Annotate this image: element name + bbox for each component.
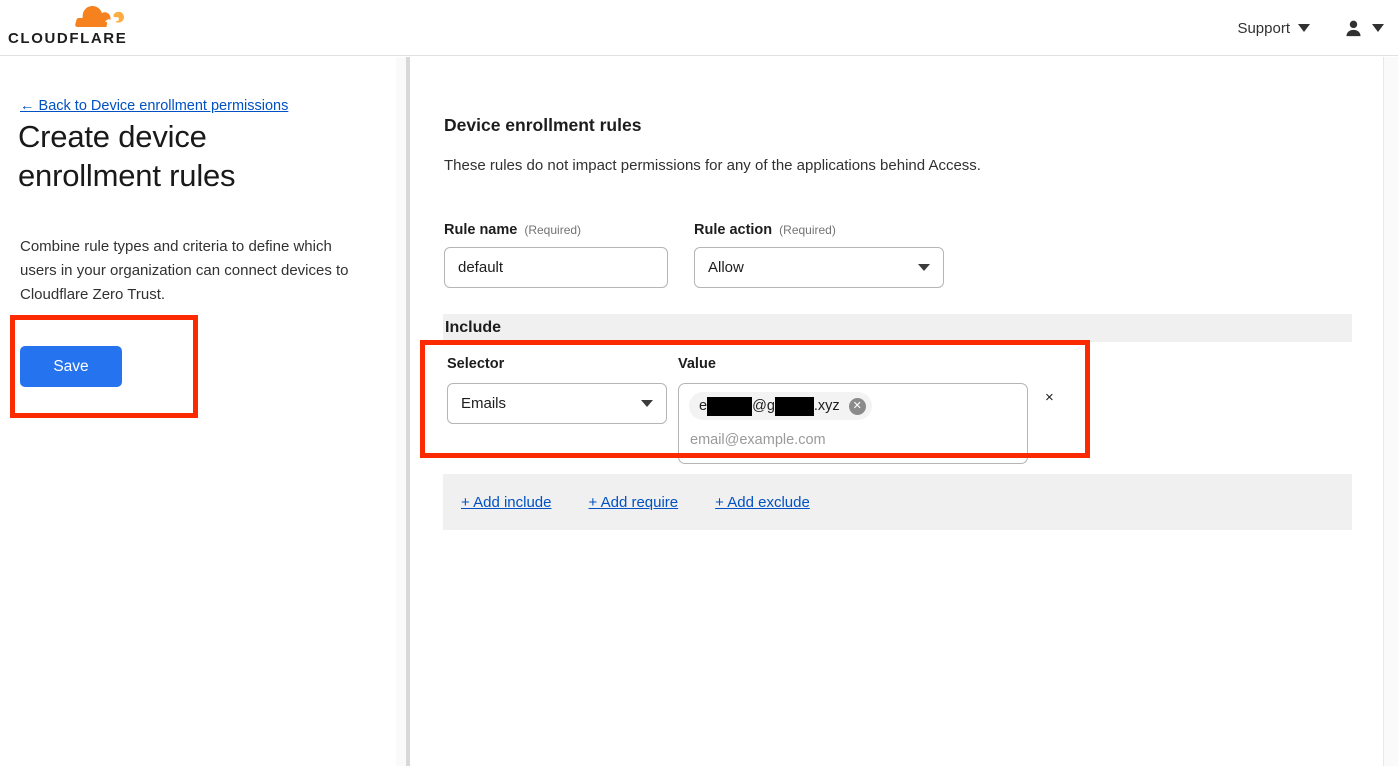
person-icon (1346, 20, 1361, 36)
app-root: CLOUDFLARE Support ← Back to Device enro… (0, 0, 1398, 766)
rule-name-label: Rule name (Required) (444, 222, 668, 238)
include-section-header: Include (443, 314, 1352, 342)
rule-action-field-group: Rule action (Required) Allow (694, 222, 944, 288)
selector-label: Selector (447, 356, 504, 372)
page-scrollbar[interactable] (1383, 57, 1398, 766)
save-button[interactable]: Save (20, 346, 122, 387)
selector-select[interactable]: Emails (447, 383, 667, 424)
main-content: Device enrollment rules These rules do n… (410, 57, 1398, 766)
email-chip-prefix: e (699, 398, 708, 414)
remove-condition-row-button[interactable]: × (1045, 389, 1054, 406)
value-label: Value (678, 356, 716, 372)
rule-name-field-group: Rule name (Required) (444, 222, 668, 288)
add-include-link[interactable]: + Add include (461, 494, 552, 511)
back-to-device-enrollment-permissions-link[interactable]: ← Back to Device enrollment permissions (20, 98, 288, 114)
cloudflare-cloud-icon (75, 6, 124, 27)
left-sidebar: ← Back to Device enrollment permissions … (0, 57, 396, 766)
chevron-down-icon (1298, 24, 1310, 32)
cloudflare-logo[interactable]: CLOUDFLARE (8, 4, 126, 48)
rule-action-select[interactable]: Allow (694, 247, 944, 288)
rule-name-required-hint: (Required) (524, 223, 582, 237)
rule-action-selected-value: Allow (708, 259, 744, 276)
rule-name-input[interactable] (444, 247, 668, 288)
include-section-header-text: Include (445, 319, 502, 336)
add-condition-bar: + Add include + Add require + Add exclud… (443, 474, 1352, 530)
support-label: Support (1237, 19, 1290, 37)
page-description: Combine rule types and criteria to defin… (20, 238, 349, 303)
redaction-bar-domain (774, 396, 814, 416)
rule-action-required-hint: (Required) (779, 223, 836, 237)
selector-label-text: Selector (447, 356, 505, 372)
page-title: Create device enrollment rules (18, 119, 236, 193)
chevron-down-icon (918, 264, 930, 271)
rule-action-label-text: Rule action (694, 222, 773, 238)
top-navigation-bar: CLOUDFLARE Support (0, 0, 1398, 56)
support-menu[interactable]: Support (1237, 20, 1310, 37)
selector-selected-value: Emails (461, 395, 507, 412)
redaction-bar-local (707, 396, 753, 416)
close-circle-icon[interactable]: ✕ (848, 397, 866, 415)
email-chip-at: @ (752, 398, 767, 414)
section-description: These rules do not impact permissions fo… (444, 157, 981, 174)
email-chip-domain-prefix: g (766, 398, 775, 414)
value-label-text: Value (678, 356, 716, 372)
value-input-placeholder[interactable]: email@example.com (690, 432, 826, 448)
account-menu[interactable] (1344, 19, 1384, 38)
add-exclude-link[interactable]: + Add exclude (715, 494, 810, 511)
email-chip-suffix: .xyz (813, 398, 840, 414)
add-require-link[interactable]: + Add require (589, 494, 679, 511)
chevron-down-icon (641, 400, 653, 407)
rule-action-label: Rule action (Required) (694, 222, 944, 238)
email-chip-text: e @ g .xyz (699, 396, 840, 416)
cloudflare-wordmark: CLOUDFLARE (8, 30, 128, 47)
rule-name-label-text: Rule name (444, 222, 518, 238)
value-multiselect-field[interactable]: e @ g .xyz ✕ email@example.com (678, 383, 1028, 464)
topbar-right-group: Support (1237, 0, 1384, 56)
chevron-down-icon (1372, 24, 1384, 32)
email-chip: e @ g .xyz ✕ (689, 392, 872, 420)
section-title: Device enrollment rules (444, 115, 642, 135)
